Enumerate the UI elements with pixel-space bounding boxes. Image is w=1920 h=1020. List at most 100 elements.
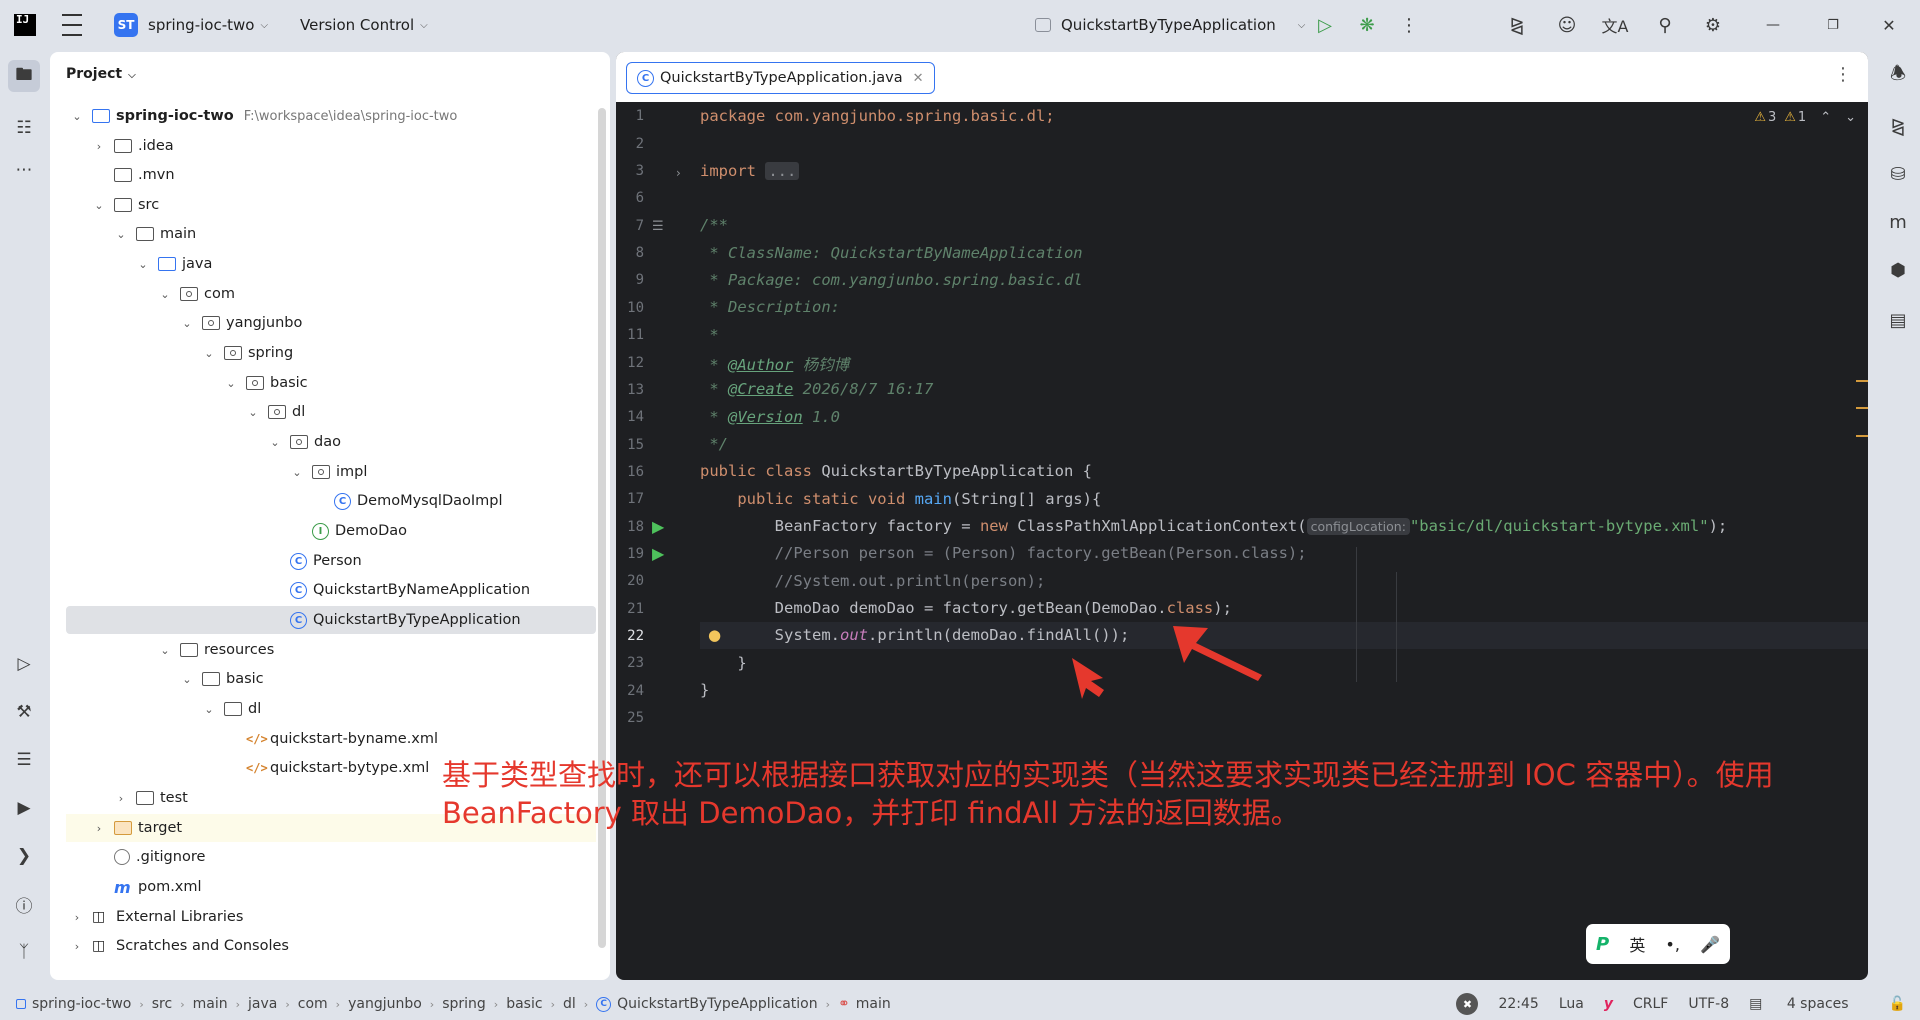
tree-row[interactable]: ⌄ impl [66,458,596,486]
tree-row[interactable]: ⌄ dl [66,398,596,426]
expanded-arrow-icon[interactable]: ⌄ [268,436,282,449]
run-configuration-selector[interactable]: QuickstartByTypeApplication ⌵ [1035,0,1305,50]
bookmark-icon[interactable]: ▤ [1882,304,1914,336]
folded-code[interactable]: ... [765,162,800,180]
tree-row[interactable]: ⌄ java [66,250,596,278]
services-icon[interactable]: ☰ [8,744,40,776]
breadcrumb-item[interactable]: com [298,996,328,1012]
app-logo-icon[interactable]: IJ [14,14,36,36]
expanded-arrow-icon[interactable]: ⌄ [92,199,106,212]
build-icon[interactable]: ⚒ [8,696,40,728]
tree-row[interactable]: ⌄ com [66,280,596,308]
expanded-arrow-icon[interactable]: ⌄ [180,317,194,330]
breadcrumb-item[interactable]: QuickstartByTypeApplication [617,996,817,1012]
ai-chat-icon[interactable]: ⧎ [1882,110,1914,142]
expanded-arrow-icon[interactable]: ⌄ [158,288,172,301]
plugin-icon[interactable]: ⬢ [1882,254,1914,286]
tree-row[interactable]: ⌄ dl [66,695,596,723]
run-icon[interactable]: ▷ [1308,8,1342,42]
close-icon[interactable]: ✕ [1872,8,1906,42]
tree-row[interactable]: ⌄ basic [66,665,596,693]
expanded-arrow-icon[interactable]: ⌄ [202,347,216,360]
database-icon[interactable]: ⛁ [1882,158,1914,190]
ai-assistant-icon[interactable]: ⧎ [1500,8,1534,42]
tree-row[interactable]: C QuickstartByNameApplication [66,576,596,604]
git-status-icon[interactable]: ✖ [1456,993,1479,1015]
code-area[interactable]: package com.yangjunbo.spring.basic.dl; i… [700,102,1850,980]
tree-row[interactable]: C DemoMysqlDaoImpl [66,487,596,515]
tree-row[interactable]: ⌄ src [66,191,596,219]
editor-tab-active[interactable]: C QuickstartByTypeApplication.java ✕ [626,62,935,94]
problems-icon[interactable]: ⓘ [8,888,40,920]
tree-row[interactable]: ⌄ yangjunbo [66,309,596,337]
tree-row[interactable]: I DemoDao [66,517,596,545]
tree-row-selected[interactable]: C QuickstartByTypeApplication [66,606,596,634]
expanded-arrow-icon[interactable]: ⌄ [136,258,150,271]
tree-row[interactable]: m pom.xml [66,873,596,901]
collapsed-arrow-icon[interactable]: › [114,792,128,805]
expanded-arrow-icon[interactable]: ⌄ [202,703,216,716]
more-options-icon[interactable]: ⋮ [1834,64,1852,85]
collapsed-arrow-icon[interactable]: › [70,911,84,924]
expanded-arrow-icon[interactable]: ⌄ [224,377,238,390]
search-icon[interactable]: ⚲ [1648,8,1682,42]
tree-row[interactable]: .gitignore [66,843,596,871]
tree-row[interactable]: › .idea [66,132,596,160]
tree-row[interactable]: ⌄ main [66,220,596,248]
debug-icon[interactable]: ❋ [1350,8,1384,42]
tree-row[interactable]: </> quickstart-byname.xml [66,725,596,753]
debug-icon[interactable]: ▶ [8,792,40,824]
restore-icon[interactable]: ❐ [1816,8,1850,42]
run-gutter-icon[interactable]: ▶ [652,544,664,563]
breadcrumb-item[interactable]: spring [442,996,486,1012]
expanded-arrow-icon[interactable]: ⌄ [290,466,304,479]
caret-position[interactable]: 22:45 [1498,996,1538,1012]
breadcrumb-item[interactable]: dl [563,996,576,1012]
project-folder-icon[interactable]: 🖿 [8,60,40,92]
breadcrumb-item[interactable]: java [248,996,277,1012]
collapsed-arrow-icon[interactable]: › [92,822,106,835]
more-tools-icon[interactable]: ⋯ [8,154,40,186]
add-user-icon[interactable]: ☺ [1550,8,1584,42]
file-encoding[interactable]: UTF-8 [1688,996,1729,1012]
tree-row[interactable]: ⌄ dao [66,428,596,456]
tree-row-root[interactable]: ⌄ spring-ioc-two F:\workspace\idea\sprin… [66,102,596,130]
breadcrumb-item[interactable]: main [193,996,228,1012]
version-control-menu[interactable]: Version Control ⌵ [300,0,428,50]
translate-icon[interactable]: 文A [1598,8,1632,42]
project-switcher[interactable]: ST spring-ioc-two ⌵ [114,0,268,50]
tree-row[interactable]: › ◫ Scratches and Consoles [66,932,596,960]
doc-comment-icon[interactable]: ☰ [652,219,664,234]
ime-punctuation[interactable]: •, [1665,935,1680,954]
breadcrumb-item[interactable]: spring-ioc-two [32,996,131,1012]
settings-icon[interactable]: ⚙ [1696,8,1730,42]
tree-row[interactable]: ⌄ basic [66,369,596,397]
close-tab-icon[interactable]: ✕ [913,71,924,86]
tree-row[interactable]: C Person [66,547,596,575]
more-actions-icon[interactable]: ⋮ [1392,8,1426,42]
terminal-icon[interactable]: ❯ [8,840,40,872]
breadcrumb-item[interactable]: main [856,996,891,1012]
git-icon[interactable]: ᛉ [8,936,40,968]
expanded-arrow-icon[interactable]: ⌄ [180,673,194,686]
breadcrumb-item[interactable]: basic [506,996,542,1012]
yaml-plugin-icon[interactable]: y [1604,996,1613,1012]
breadcrumb-item[interactable]: yangjunbo [348,996,422,1012]
indent-widget[interactable]: ▤ 4 spaces [1749,996,1868,1012]
breadcrumb-item[interactable]: src [152,996,172,1012]
maven-icon[interactable]: m [1882,206,1914,238]
readonly-lock-icon[interactable]: 🔓 [1889,996,1906,1012]
project-panel-title[interactable]: Project ⌵ [66,66,136,82]
ime-language[interactable]: 英 [1629,932,1645,956]
expanded-arrow-icon[interactable]: ⌄ [114,228,128,241]
line-separator[interactable]: CRLF [1633,996,1668,1012]
tree-row[interactable]: .mvn [66,161,596,189]
microphone-icon[interactable]: 🎤 [1700,935,1720,954]
fold-expand-icon[interactable]: › [676,166,681,180]
hamburger-menu-icon[interactable] [62,0,82,50]
file-language[interactable]: Lua [1559,996,1584,1012]
expanded-arrow-icon[interactable]: ⌄ [70,110,84,123]
minimize-icon[interactable]: — [1756,8,1790,42]
run-gutter-icon[interactable]: ▶ [652,517,664,536]
notifications-icon[interactable]: 🕭 [1882,60,1914,92]
